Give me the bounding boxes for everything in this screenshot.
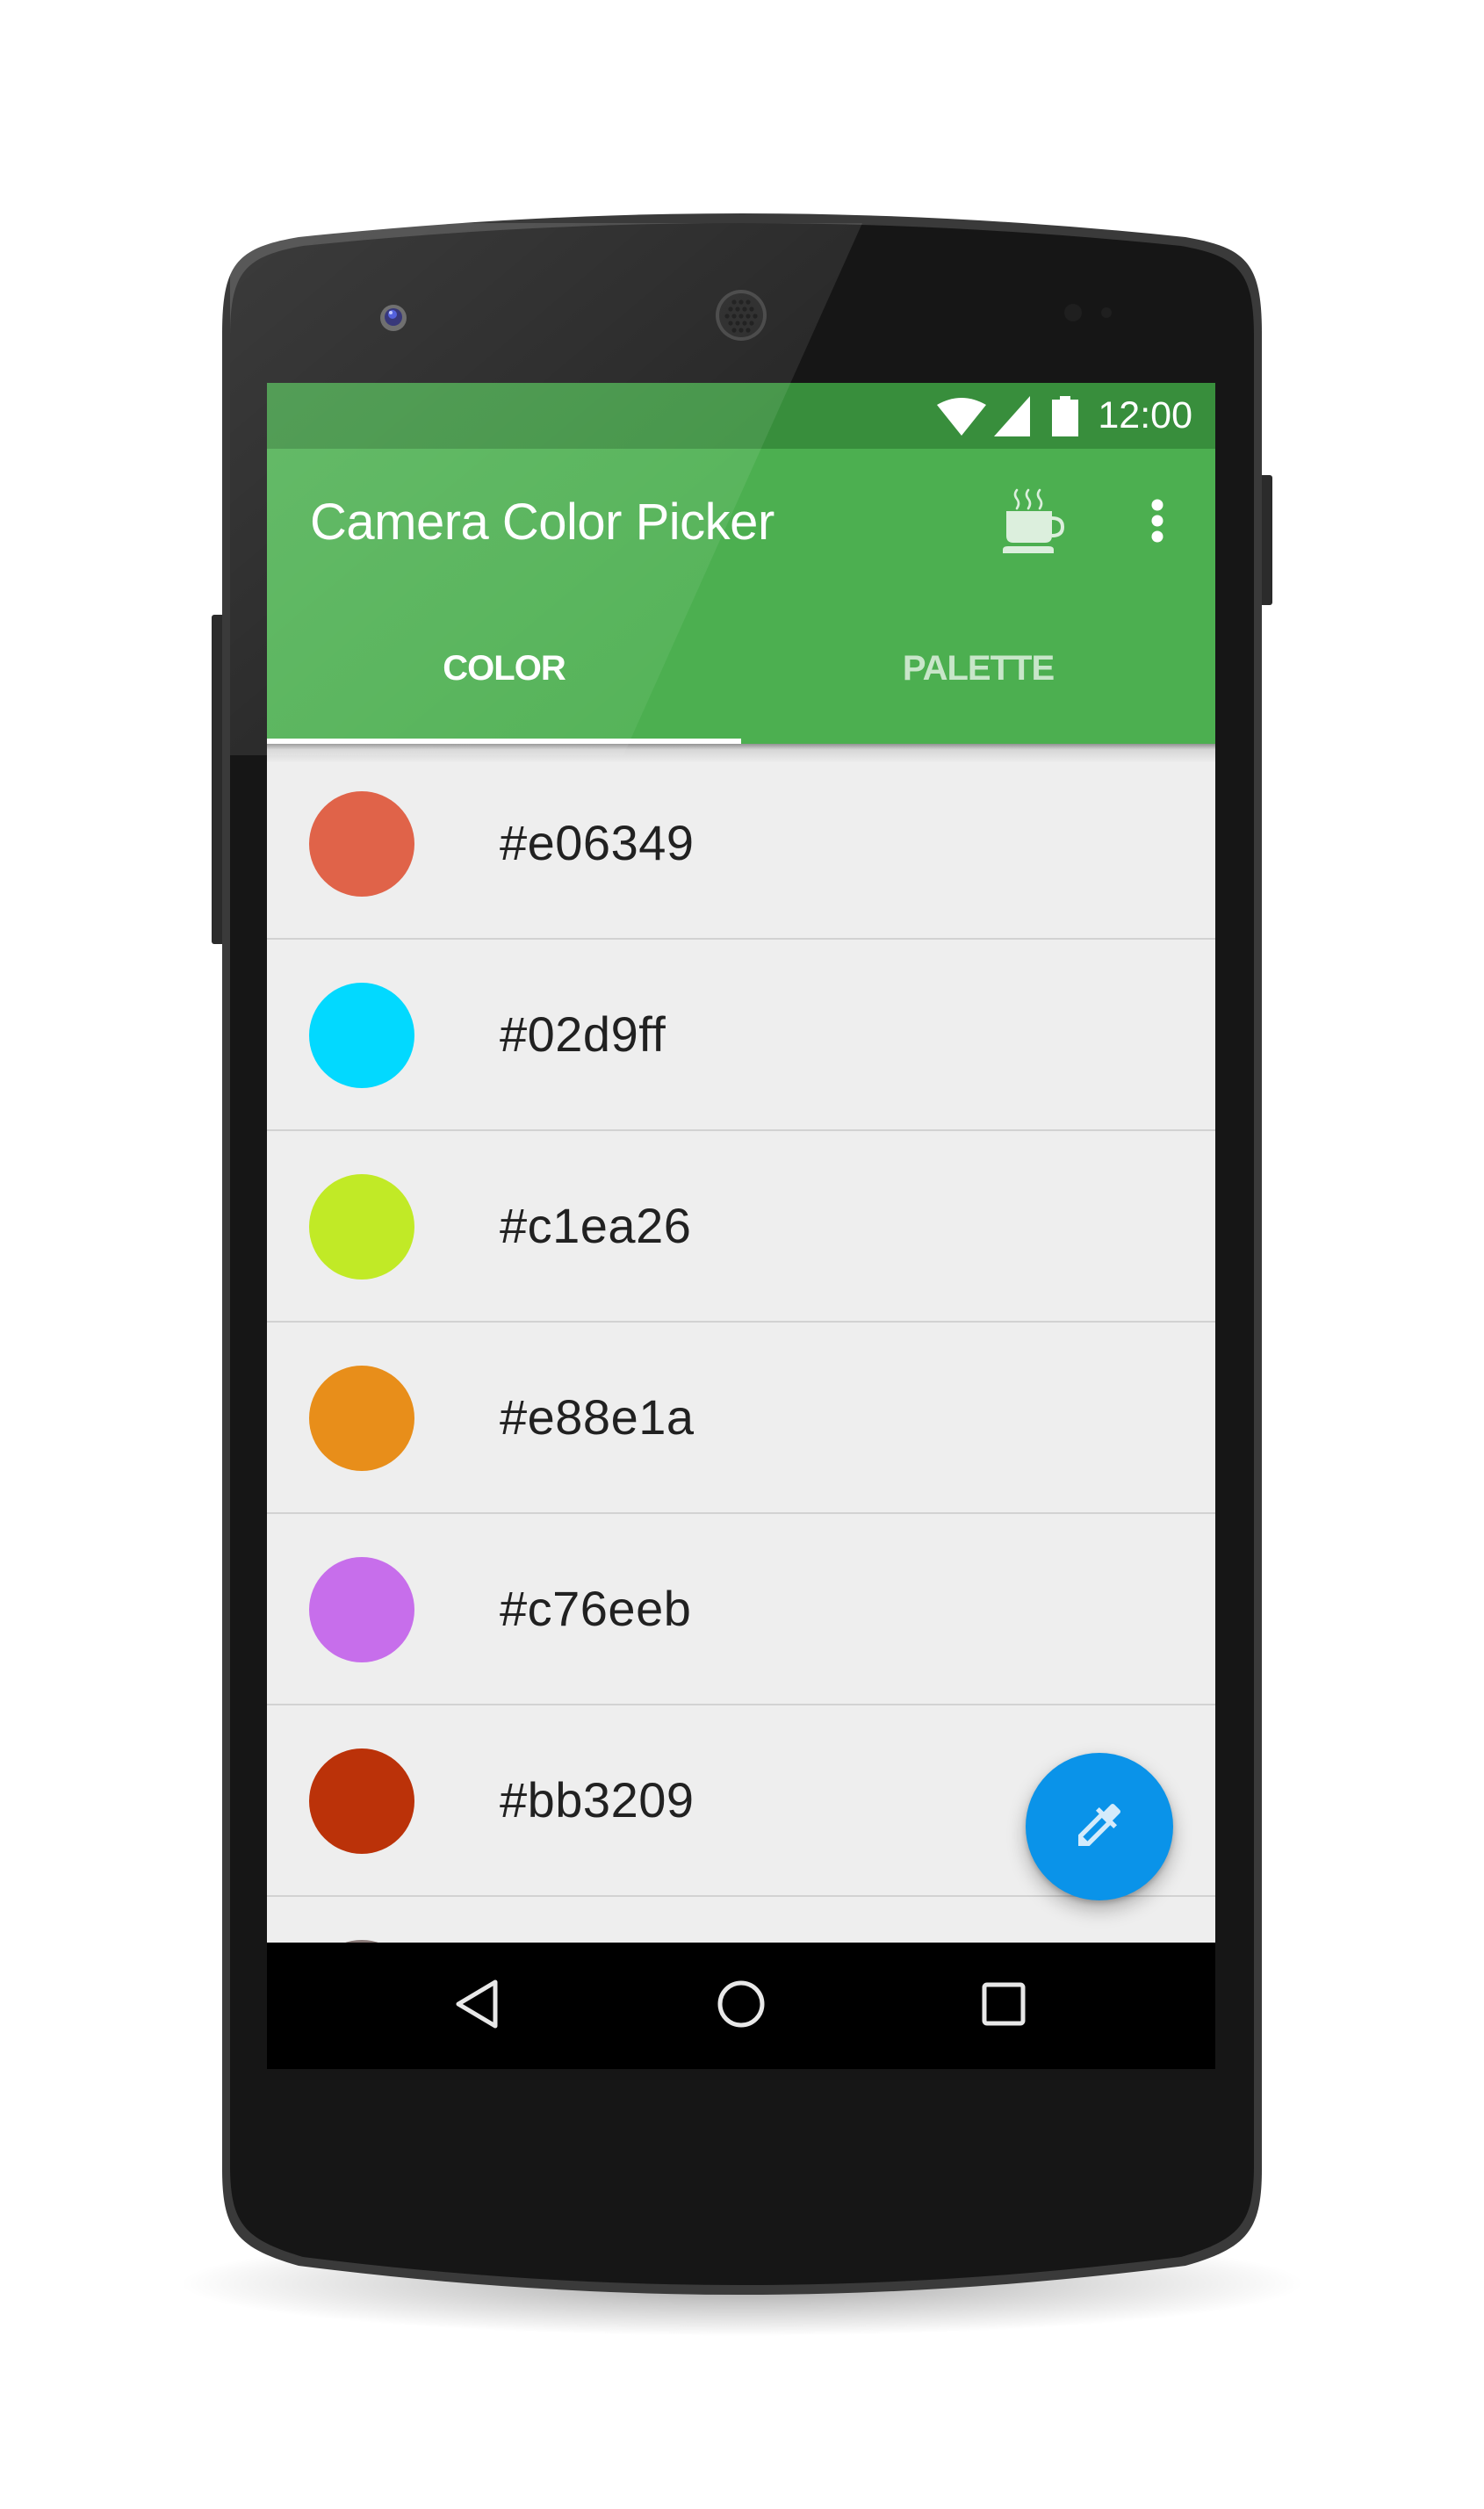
back-button[interactable] [389, 1943, 565, 2069]
battery-icon [1052, 395, 1079, 436]
color-list-item[interactable]: #e06349 [267, 748, 1215, 940]
color-list-item[interactable]: #02d9ff [267, 940, 1215, 1131]
proximity-sensor [1064, 304, 1082, 321]
overflow-menu-button[interactable] [1110, 475, 1205, 570]
home-icon [717, 1979, 766, 2033]
color-swatch [309, 1366, 414, 1471]
tab-bar-shadow [267, 744, 1215, 763]
eyedropper-icon [1071, 1797, 1127, 1857]
color-list-item[interactable]: #c1ea26 [267, 1131, 1215, 1323]
tab-bar: COLOR PALETTE [267, 596, 1215, 744]
status-time: 12:00 [1098, 394, 1192, 436]
back-icon [454, 1979, 500, 2034]
overflow-menu-icon [1151, 499, 1163, 547]
color-hex-label: #bb3209 [500, 1772, 695, 1828]
recents-icon [982, 1982, 1026, 2030]
status-bar: 12:00 [267, 383, 1215, 449]
navigation-bar [267, 1943, 1215, 2069]
color-swatch [309, 1557, 414, 1662]
color-swatch [309, 1174, 414, 1280]
tab-palette[interactable]: PALETTE [741, 596, 1215, 744]
donate-button[interactable] [987, 475, 1082, 570]
color-hex-label: #c76eeb [500, 1581, 692, 1636]
color-hex-label: #02d9ff [500, 1006, 666, 1062]
color-hex-label: #e88e1a [500, 1389, 695, 1445]
color-hex-label: #e06349 [500, 815, 695, 870]
light-sensor [1101, 307, 1112, 318]
color-swatch [309, 983, 414, 1088]
tab-color[interactable]: COLOR [267, 596, 741, 744]
home-button[interactable] [653, 1943, 829, 2069]
cell-signal-icon [994, 395, 1031, 436]
color-swatch [309, 1748, 414, 1854]
color-list-item[interactable]: #e88e1a [267, 1323, 1215, 1514]
app-title: Camera Color Picker [310, 494, 774, 551]
color-hex-label: #c1ea26 [500, 1198, 692, 1253]
color-swatch [309, 791, 414, 897]
wifi-icon [936, 397, 987, 436]
status-icons: 12:00 [936, 383, 1192, 449]
app-toolbar: Camera Color Picker [267, 449, 1215, 596]
coffee-cup-icon [1003, 488, 1066, 558]
pick-color-fab[interactable] [1026, 1753, 1173, 1900]
recents-button[interactable] [916, 1943, 1091, 2069]
phone-screen: 12:00 Camera Color Picker COLOR PALETTE … [267, 383, 1215, 2069]
color-list-item[interactable]: #c76eeb [267, 1514, 1215, 1705]
